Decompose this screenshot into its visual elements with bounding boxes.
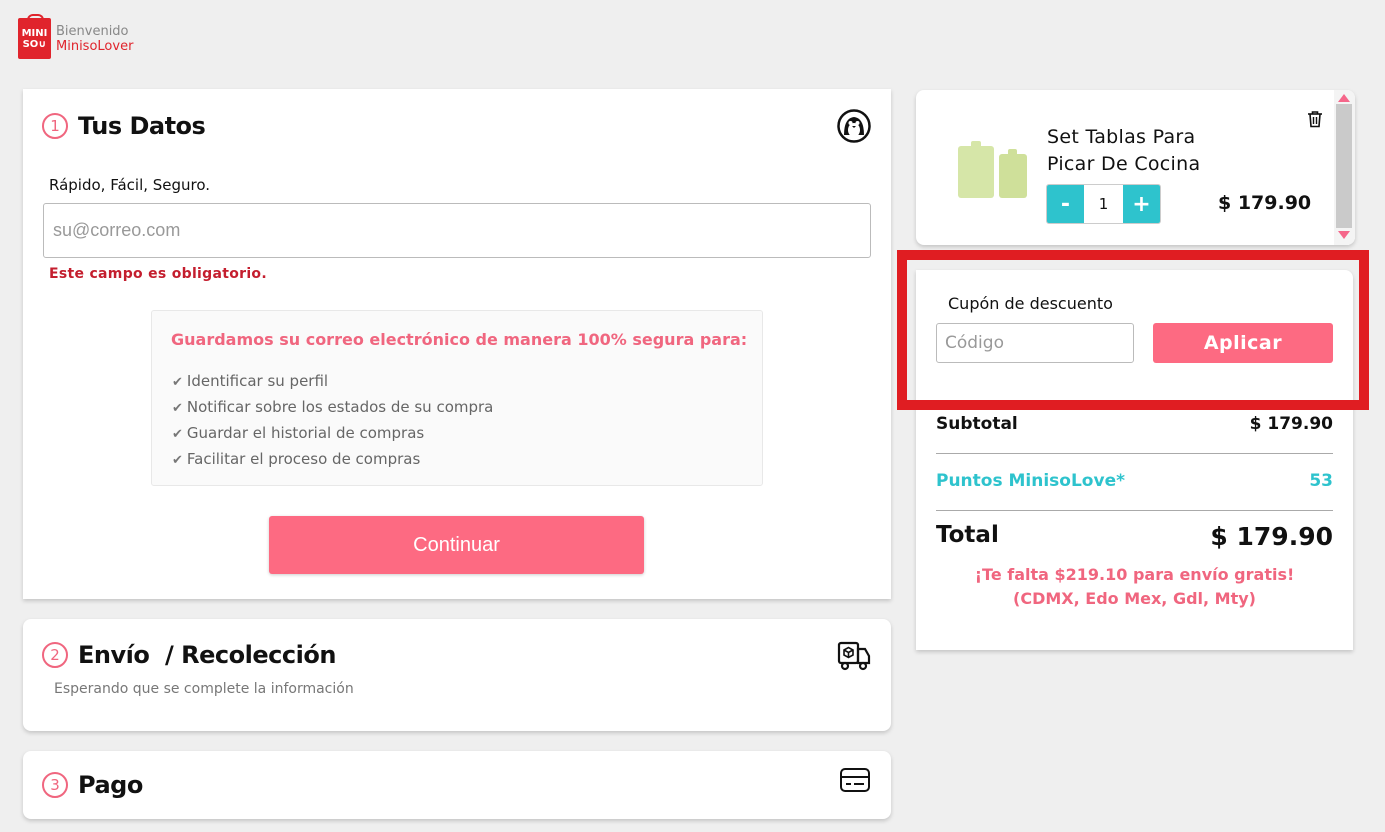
step-envio-card[interactable]: 2 Envío / Recolección Esperando que se c… (23, 619, 891, 731)
subtotal-value: $ 179.90 (1249, 414, 1333, 434)
step-envio-header: 2 Envío / Recolección (42, 641, 336, 669)
points-row: Puntos MinisoLove* 53 (936, 471, 1333, 491)
list-item: ✔ Facilitar el proceso de compras (172, 450, 421, 468)
check-icon: ✔ (172, 401, 183, 416)
continue-button[interactable]: Continuar (269, 516, 644, 574)
divider (936, 510, 1333, 511)
total-label: Total (936, 522, 999, 548)
security-info-box: Guardamos su correo electrónico de maner… (151, 310, 763, 486)
step-title: Tus Datos (78, 112, 206, 140)
greeting-label: Bienvenido (56, 23, 129, 39)
product-image (953, 140, 1033, 202)
subtotal-row: Subtotal $ 179.90 (936, 414, 1333, 434)
cart-item-card: Set Tablas Para Picar De Cocina - 1 + $ … (916, 90, 1355, 245)
logo-text-line1: MINI (21, 27, 48, 39)
product-price: $ 179.90 (1218, 192, 1312, 214)
step-pago-header: 3 Pago (42, 771, 143, 799)
step-pago-card[interactable]: 3 Pago (23, 751, 891, 819)
security-info-title: Guardamos su correo electrónico de maner… (171, 330, 748, 349)
scroll-up-arrow-icon[interactable] (1338, 94, 1350, 102)
subtotal-label: Subtotal (936, 414, 1018, 434)
divider (936, 453, 1333, 454)
step-number-badge: 3 (42, 772, 68, 798)
free-shipping-notice: ¡Te falta $219.10 para envío gratis! (CD… (974, 565, 1295, 608)
total-row: Total $ 179.90 (936, 522, 1333, 551)
step-number-badge: 1 (42, 113, 68, 139)
username-label: MinisoLover (56, 38, 134, 54)
increase-quantity-button[interactable]: + (1123, 185, 1160, 223)
scrollbar-thumb[interactable] (1336, 104, 1352, 228)
step-envio-subtitle: Esperando que se complete la información (54, 681, 354, 697)
delivery-truck-icon (837, 639, 871, 675)
step-datos-header: 1 Tus Datos (42, 112, 206, 140)
list-item: ✔ Notificar sobre los estados de su compr… (172, 398, 494, 416)
email-input[interactable] (43, 203, 871, 258)
security-info-list: ✔ Identificar su perfil ✔ Notificar sobre … (172, 369, 493, 473)
scroll-down-arrow-icon[interactable] (1338, 231, 1350, 239)
brand-logo[interactable]: MINI SO∪ Bienvenido MinisoLover (18, 14, 133, 59)
penguin-icon (837, 109, 871, 147)
trash-icon[interactable] (1307, 110, 1323, 132)
list-item: ✔ Identificar su perfil (172, 372, 329, 390)
points-value: 53 (1309, 471, 1333, 491)
welcome-text: Bienvenido MinisoLover (56, 24, 133, 54)
check-icon: ✔ (172, 427, 183, 442)
step-title: Envío / Recolección (78, 641, 336, 669)
miniso-logo-icon: MINI SO∪ (18, 14, 51, 59)
logo-text-line2: SO∪ (22, 38, 47, 50)
step-title: Pago (78, 771, 143, 799)
list-item: ✔ Guardar el historial de compras (172, 424, 425, 442)
tagline: Rápido, Fácil, Seguro. (49, 176, 211, 194)
points-label: Puntos MinisoLove* (936, 471, 1125, 491)
email-error-message: Este campo es obligatorio. (49, 266, 267, 282)
check-icon: ✔ (172, 375, 183, 390)
quantity-value[interactable]: 1 (1084, 185, 1123, 223)
check-icon: ✔ (172, 453, 183, 468)
quantity-stepper: - 1 + (1046, 184, 1161, 224)
cart-scrollbar[interactable] (1334, 90, 1355, 245)
credit-card-icon (839, 767, 871, 797)
total-value: $ 179.90 (1210, 522, 1333, 551)
product-name: Set Tablas Para Picar De Cocina (1047, 126, 1201, 175)
decrease-quantity-button[interactable]: - (1047, 185, 1084, 223)
step-number-badge: 2 (42, 642, 68, 668)
coupon-highlight-box (897, 250, 1369, 410)
